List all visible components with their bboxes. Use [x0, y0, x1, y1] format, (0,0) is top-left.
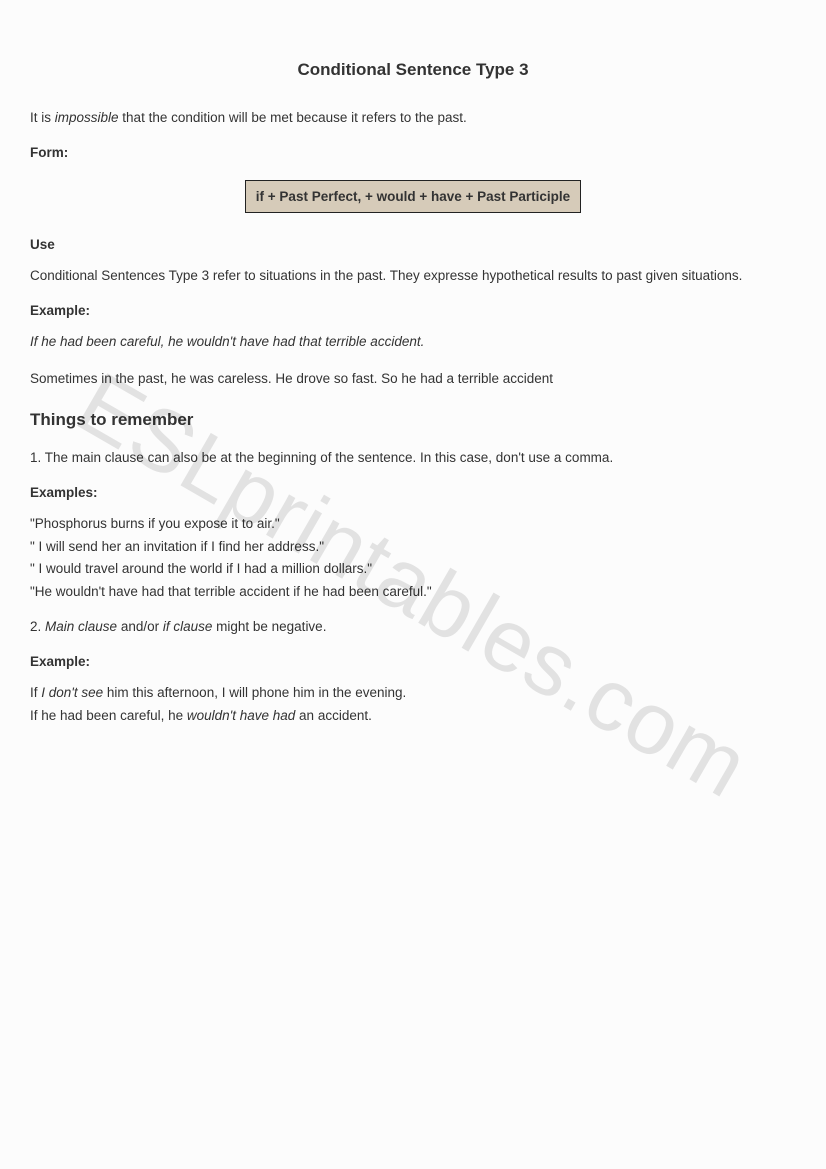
remember-heading: Things to remember	[30, 410, 796, 430]
example-line: "Phosphorus burns if you expose it to ai…	[30, 514, 796, 535]
intro-post: that the condition will be met because i…	[119, 110, 467, 125]
example2-block: If I don't see him this afternoon, I wil…	[30, 683, 796, 727]
example-line: "He wouldn't have had that terrible acci…	[30, 582, 796, 603]
point2-em2: if clause	[163, 619, 213, 634]
examples-block: "Phosphorus burns if you expose it to ai…	[30, 514, 796, 604]
intro-emphasis: impossible	[55, 110, 119, 125]
ex2l2-em: wouldn't have had	[187, 708, 295, 723]
use-label: Use	[30, 237, 796, 252]
point-1: 1. The main clause can also be at the be…	[30, 448, 796, 469]
examples-label: Examples:	[30, 485, 796, 500]
ex2l1-em: I don't see	[41, 685, 103, 700]
ex2l1-post: him this afternoon, I will phone him in …	[103, 685, 406, 700]
example-explanation: Sometimes in the past, he was careless. …	[30, 369, 796, 390]
point-2: 2. Main clause and/or if clause might be…	[30, 617, 796, 638]
example-sentence: If he had been careful, he wouldn't have…	[30, 332, 796, 353]
example2-line-2: If he had been careful, he wouldn't have…	[30, 706, 796, 727]
colon: :	[64, 145, 69, 160]
form-box: if + Past Perfect, + would + have + Past…	[245, 180, 581, 213]
use-paragraph: Conditional Sentences Type 3 refer to si…	[30, 266, 796, 287]
intro-pre: It is	[30, 110, 55, 125]
example2-label: Example:	[30, 654, 796, 669]
example-line: " I would travel around the world if I h…	[30, 559, 796, 580]
point2-em1: Main clause	[45, 619, 117, 634]
document-page: ESLprintables.com Conditional Sentence T…	[0, 0, 826, 1169]
example2-line-1: If I don't see him this afternoon, I wil…	[30, 683, 796, 704]
form-label: Form:	[30, 145, 796, 160]
point2-pre: 2.	[30, 619, 45, 634]
ex2l2-post: an accident.	[295, 708, 372, 723]
page-title: Conditional Sentence Type 3	[30, 60, 796, 80]
ex2l1-pre: If	[30, 685, 41, 700]
example-line: " I will send her an invitation if I fin…	[30, 537, 796, 558]
example-label: Example:	[30, 303, 796, 318]
form-label-text: Form	[30, 145, 64, 160]
point2-mid: and/or	[117, 619, 163, 634]
form-box-container: if + Past Perfect, + would + have + Past…	[30, 180, 796, 213]
point2-post: might be negative.	[212, 619, 326, 634]
ex2l2-pre: If he had been careful, he	[30, 708, 187, 723]
intro-paragraph: It is impossible that the condition will…	[30, 108, 796, 129]
